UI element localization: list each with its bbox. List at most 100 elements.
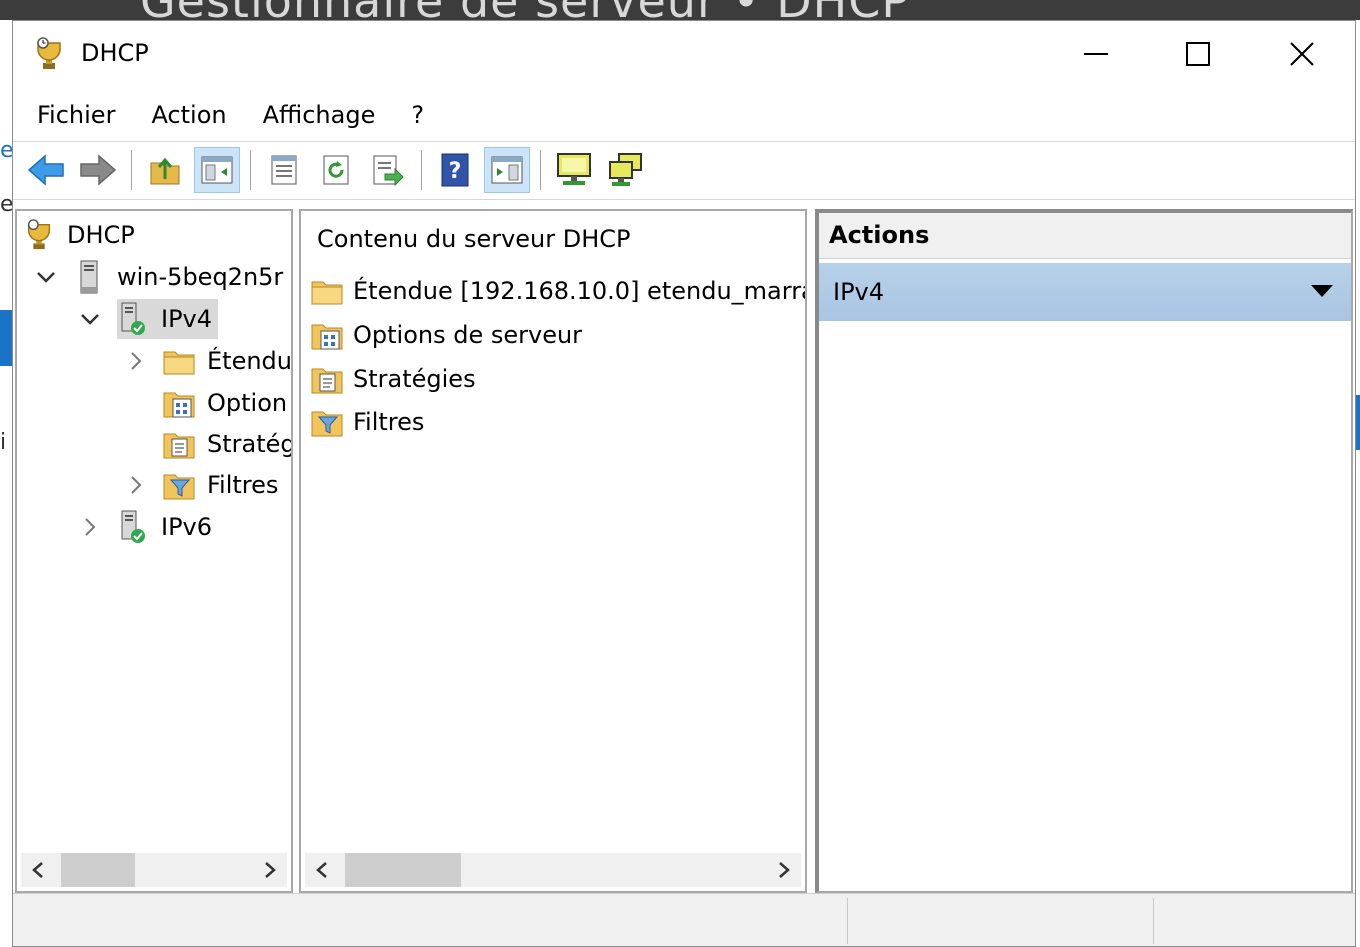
- server-options-icon: [163, 387, 195, 419]
- export-list-icon: [373, 155, 404, 186]
- content-horizontal-scrollbar[interactable]: [305, 853, 801, 887]
- menu-bar: Fichier Action Affichage ?: [13, 91, 1355, 139]
- menu-help[interactable]: ?: [411, 101, 424, 129]
- show-hide-action-pane-icon: [491, 156, 523, 184]
- toolbar-separator: [250, 150, 251, 190]
- minimize-icon: [1084, 53, 1108, 55]
- status-bar: [13, 893, 1355, 946]
- scrollbar-thumb[interactable]: [345, 853, 461, 887]
- server-monitor-icon: [557, 153, 591, 185]
- tree-item-ipv4[interactable]: IPv4: [79, 299, 219, 339]
- status-divider: [1153, 898, 1154, 944]
- show-hide-action-pane-button[interactable]: [484, 147, 530, 193]
- show-hide-tree-icon: [201, 156, 233, 184]
- status-divider: [847, 898, 848, 944]
- tree-item-label: IPv6: [161, 513, 213, 541]
- title-bar[interactable]: DHCP: [13, 21, 1355, 87]
- list-item-strategies[interactable]: Stratégies: [311, 359, 476, 399]
- chevron-down-icon[interactable]: [35, 266, 57, 288]
- toolbar-separator: [131, 150, 132, 190]
- up-level-button[interactable]: [142, 147, 188, 193]
- tree-item-ipv6[interactable]: IPv6: [79, 507, 212, 547]
- filter-icon: [311, 406, 343, 438]
- list-item-etendue[interactable]: Étendue [192.168.10.0] etendu_marral: [311, 271, 807, 311]
- scroll-right-icon[interactable]: [767, 853, 801, 887]
- toolbar-separator: [421, 150, 422, 190]
- folder-icon: [163, 345, 195, 377]
- menu-fichier[interactable]: Fichier: [37, 101, 115, 129]
- close-icon: [1290, 42, 1314, 66]
- svg-text:?: ?: [449, 159, 462, 184]
- tree-item-label: Stratég: [207, 430, 293, 458]
- scrollbar-thumb[interactable]: [61, 853, 135, 887]
- policy-icon: [311, 363, 343, 395]
- help-button[interactable]: ?: [432, 147, 478, 193]
- tree-item-label: win-5beq2n5r: [117, 263, 284, 291]
- tree-horizontal-scrollbar[interactable]: [21, 853, 287, 887]
- tree-item-options[interactable]: Option: [163, 383, 287, 423]
- tree-item-server[interactable]: win-5beq2n5r: [35, 257, 283, 297]
- window-title: DHCP: [81, 39, 149, 67]
- list-item-options[interactable]: Options de serveur: [311, 315, 582, 355]
- server-options-icon: [311, 319, 343, 351]
- dhcp-trophy-icon: [37, 37, 61, 69]
- server-tower-icon: [73, 260, 105, 294]
- tree-item-label: IPv4: [161, 305, 213, 333]
- actions-header: Actions: [819, 213, 1351, 259]
- back-button[interactable]: [23, 147, 69, 193]
- minimize-button[interactable]: [1061, 31, 1131, 77]
- background-glyph: i: [0, 430, 7, 455]
- scroll-right-icon[interactable]: [253, 853, 287, 887]
- list-item-label: Étendue [192.168.10.0] etendu_marral: [353, 277, 807, 305]
- folder-icon: [311, 275, 343, 307]
- scroll-left-icon[interactable]: [21, 853, 55, 887]
- scroll-left-icon[interactable]: [305, 853, 339, 887]
- content-pane[interactable]: Contenu du serveur DHCP Étendue [192.168…: [299, 209, 807, 893]
- chevron-right-icon[interactable]: [79, 516, 101, 538]
- actions-pane: Actions IPv4: [815, 209, 1353, 893]
- authorize-server-button[interactable]: [603, 147, 649, 193]
- list-item-filtres[interactable]: Filtres: [311, 402, 424, 442]
- toolbar: ?: [13, 143, 1355, 197]
- background-highlight: [0, 310, 12, 366]
- show-hide-tree-button[interactable]: [194, 147, 240, 193]
- maximize-button[interactable]: [1163, 31, 1233, 77]
- menu-affichage[interactable]: Affichage: [263, 101, 376, 129]
- tree-item-label: Étendu: [207, 347, 292, 375]
- console-tree-pane[interactable]: DHCP win-5beq2n5r IPv4 Étendu Option Str…: [15, 209, 293, 893]
- help-icon: ?: [441, 153, 469, 187]
- export-list-button[interactable]: [365, 147, 411, 193]
- list-item-label: Stratégies: [353, 365, 476, 393]
- tree-item-dhcp[interactable]: DHCP: [23, 215, 135, 255]
- tree-item-etendue[interactable]: Étendu: [125, 341, 292, 381]
- refresh-button[interactable]: [313, 147, 359, 193]
- dropdown-arrow-icon[interactable]: [1311, 285, 1333, 297]
- authorize-server-icon: [609, 153, 642, 186]
- dhcp-trophy-icon: [23, 219, 55, 251]
- ipv6-server-icon: [117, 510, 149, 543]
- tree-item-filtres[interactable]: Filtres: [125, 465, 278, 505]
- menu-action[interactable]: Action: [151, 101, 226, 129]
- up-folder-icon: [150, 157, 180, 185]
- ipv4-server-icon: [117, 302, 149, 335]
- properties-button[interactable]: [261, 147, 307, 193]
- dhcp-window: DHCP Fichier Action Affichage ? ? DHCP w…: [12, 20, 1356, 947]
- tree-item-label: Option: [207, 389, 288, 417]
- content-header: Contenu du serveur DHCP: [317, 225, 631, 253]
- forward-button[interactable]: [75, 147, 121, 193]
- chevron-right-icon[interactable]: [125, 350, 147, 372]
- list-item-label: Filtres: [353, 408, 425, 436]
- actions-ipv4-section[interactable]: IPv4: [819, 263, 1351, 321]
- toolbar-separator: [540, 150, 541, 190]
- chevron-down-icon[interactable]: [79, 308, 101, 330]
- chevron-right-icon[interactable]: [125, 474, 147, 496]
- close-button[interactable]: [1267, 31, 1337, 77]
- list-item-label: Options de serveur: [353, 321, 583, 349]
- tree-item-strategies[interactable]: Stratég: [163, 424, 293, 464]
- actions-section-label: IPv4: [833, 278, 885, 306]
- tree-item-label: Filtres: [207, 471, 279, 499]
- server-monitor-button[interactable]: [551, 147, 597, 193]
- policy-icon: [163, 428, 195, 460]
- back-arrow-icon: [27, 154, 64, 186]
- maximize-icon: [1186, 42, 1210, 66]
